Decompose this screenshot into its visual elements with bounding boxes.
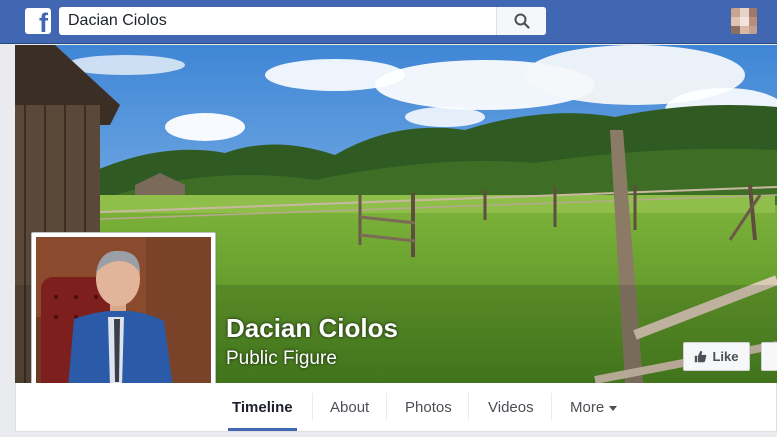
tab-more[interactable]: More	[570, 383, 618, 431]
tab-videos[interactable]: Videos	[488, 383, 534, 431]
chevron-down-icon	[609, 405, 618, 411]
tab-photos[interactable]: Photos	[405, 383, 452, 431]
search-button[interactable]	[496, 7, 546, 35]
like-button[interactable]: Like	[683, 342, 750, 371]
search-input[interactable]	[59, 7, 496, 35]
like-button-label: Like	[712, 349, 739, 364]
tab-divider	[386, 393, 387, 421]
search-bar	[59, 7, 546, 35]
thumbs-up-icon	[695, 350, 707, 363]
tab-videos-label: Videos	[488, 398, 534, 416]
tab-timeline[interactable]: Timeline	[228, 383, 297, 431]
search-icon	[514, 13, 530, 29]
tab-timeline-label: Timeline	[232, 398, 293, 416]
page-tabs: Timeline About Photos Videos More	[15, 383, 777, 432]
page-title: Dacian Ciolos	[226, 313, 398, 343]
top-navigation-bar: f	[0, 0, 777, 44]
user-avatar[interactable]	[731, 8, 757, 34]
tab-more-label: More	[570, 398, 605, 416]
tab-divider	[551, 393, 552, 421]
message-button[interactable]	[761, 342, 777, 371]
tab-about[interactable]: About	[330, 383, 369, 431]
tab-divider	[468, 393, 469, 421]
tab-about-label: About	[330, 398, 370, 416]
page-category: Public Figure	[226, 348, 337, 369]
facebook-logo-icon[interactable]: f	[25, 8, 51, 37]
tab-divider	[312, 393, 313, 421]
tab-photos-label: Photos	[405, 398, 452, 416]
